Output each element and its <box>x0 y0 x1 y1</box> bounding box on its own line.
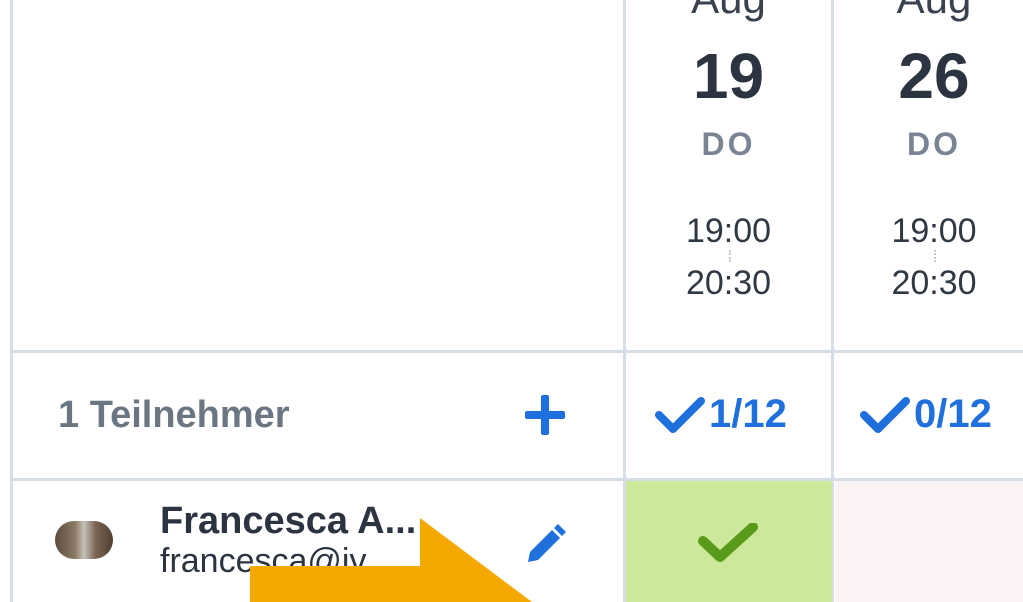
time-end: 20:30 <box>685 264 772 302</box>
date-day: 26 <box>898 40 970 112</box>
arrow-pointer-icon <box>250 518 532 602</box>
grid-line-header <box>10 350 1023 353</box>
add-participant-button[interactable] <box>520 390 570 440</box>
participants-count-label: 1 Teilnehmer <box>58 394 290 436</box>
time-end: 20:30 <box>891 264 977 302</box>
time-start: 19:00 <box>685 212 772 250</box>
avatar <box>55 521 113 559</box>
count-value: 0/12 <box>914 392 992 436</box>
check-icon <box>860 396 910 433</box>
date-2-count: 0/12 <box>860 392 992 437</box>
time-separator <box>728 250 731 262</box>
date-weekday: DO <box>701 126 756 162</box>
date-month: Aug <box>626 0 831 20</box>
plus-icon <box>525 395 565 435</box>
date-weekday: DO <box>907 126 961 162</box>
check-icon <box>655 396 705 433</box>
count-value: 1/12 <box>709 392 787 436</box>
time-separator <box>934 250 936 262</box>
time-start: 19:00 <box>891 212 977 250</box>
date-day: 19 <box>692 40 765 112</box>
grid-line-left <box>10 0 13 602</box>
check-icon <box>698 523 758 562</box>
date-1-count: 1/12 <box>655 392 787 437</box>
availability-cell-empty[interactable] <box>835 481 1023 602</box>
availability-cell-yes[interactable] <box>626 481 832 602</box>
date-month: Aug <box>834 0 1023 20</box>
